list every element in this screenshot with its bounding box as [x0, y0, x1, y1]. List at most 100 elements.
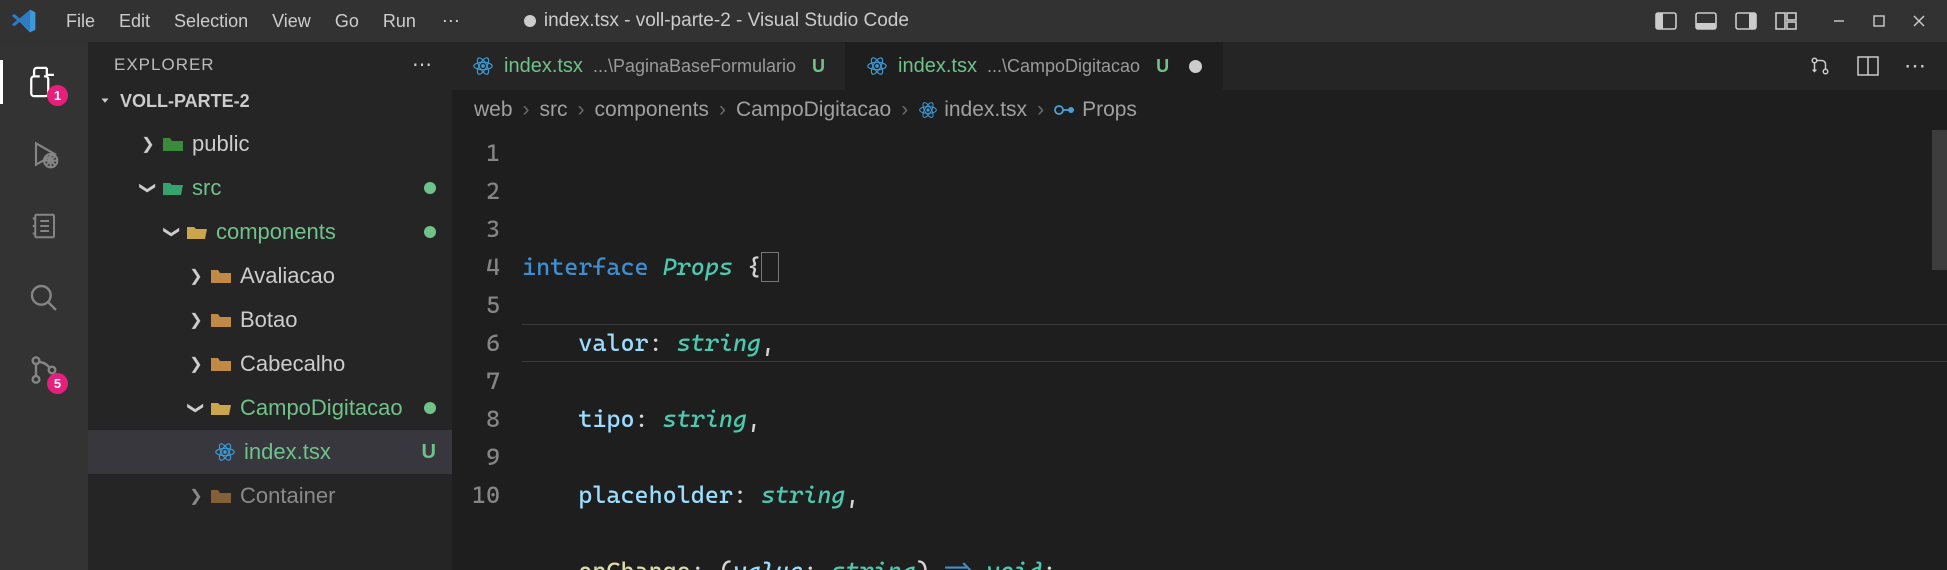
tree-label: Cabecalho	[240, 351, 436, 377]
editor-tab-paginabaseformulario[interactable]: index.tsx ...\PaginaBaseFormulario U	[452, 42, 846, 90]
explorer-more-icon[interactable]: ⋯	[412, 52, 434, 77]
tab-filename: index.tsx	[898, 55, 977, 78]
menu-edit[interactable]: Edit	[107, 5, 162, 38]
tree-folder-botao[interactable]: ❯ Botao	[88, 298, 452, 342]
folder-icon	[208, 487, 234, 505]
chevron-down-icon: ❯	[186, 396, 206, 420]
window-title: index.tsx - voll-parte-2 - Visual Studio…	[476, 10, 1655, 32]
tree-label: components	[216, 219, 418, 245]
layout-controls	[1655, 10, 1797, 32]
notebook-activity-icon[interactable]	[22, 204, 66, 248]
folder-icon	[208, 311, 234, 329]
editor-scrollbar[interactable]	[1932, 130, 1947, 270]
dirty-dot-icon	[524, 15, 536, 27]
menu-overflow-icon[interactable]: ⋯	[428, 5, 476, 38]
menu-run[interactable]: Run	[371, 5, 428, 38]
tree-label: CampoDigitacao	[240, 395, 418, 421]
git-modified-dot-icon	[424, 226, 436, 238]
react-file-icon	[212, 441, 238, 463]
menu-selection[interactable]: Selection	[162, 5, 260, 38]
tree-label: Botao	[240, 307, 436, 333]
compare-changes-icon[interactable]	[1807, 55, 1833, 77]
run-debug-activity-icon[interactable]	[22, 132, 66, 176]
toggle-panel-right-icon[interactable]	[1735, 10, 1757, 32]
tree-label: index.tsx	[244, 439, 422, 465]
breadcrumb-item[interactable]: web	[474, 98, 513, 122]
breadcrumb-item[interactable]: src	[540, 98, 568, 122]
folder-open-icon	[160, 179, 186, 197]
tree-folder-container[interactable]: ❯ Container	[88, 474, 452, 518]
breadcrumb-item[interactable]: components	[595, 98, 709, 122]
menu-bar: File Edit Selection View Go Run ⋯	[54, 5, 476, 38]
toggle-panel-left-icon[interactable]	[1655, 10, 1677, 32]
explorer-activity-icon[interactable]: 1	[22, 60, 66, 104]
chevron-right-icon: ❯	[184, 486, 208, 506]
tab-filepath: ...\CampoDigitacao	[987, 56, 1140, 77]
line-number: 1	[452, 134, 500, 172]
customize-layout-icon[interactable]	[1775, 10, 1797, 32]
git-modified-dot-icon	[424, 402, 436, 414]
code-editor[interactable]: 1 2 3 4 5 6 7 8 9 10 interface Props { v…	[452, 130, 1947, 570]
window-controls	[1819, 6, 1939, 36]
code-content[interactable]: interface Props { valor: string, tipo: s…	[522, 130, 1947, 570]
line-number: 3	[452, 210, 500, 248]
tab-git-badge: U	[1156, 56, 1169, 77]
tab-git-badge: U	[812, 56, 825, 77]
dirty-dot-icon	[1189, 60, 1202, 73]
chevron-right-icon: ❯	[184, 354, 208, 374]
editor-tab-campodigitacao[interactable]: index.tsx ...\CampoDigitacao U	[846, 42, 1223, 90]
tree-folder-public[interactable]: ❯ public	[88, 122, 452, 166]
line-number: 9	[452, 438, 500, 476]
source-control-activity-icon[interactable]: 5	[22, 348, 66, 392]
tree-folder-src[interactable]: ❯ src	[88, 166, 452, 210]
tree-file-index[interactable]: index.tsx U	[88, 430, 452, 474]
tree-folder-avaliacao[interactable]: ❯ Avaliacao	[88, 254, 452, 298]
tab-filepath: ...\PaginaBaseFormulario	[593, 56, 796, 77]
minimize-button[interactable]	[1819, 6, 1859, 36]
explorer-sidebar: EXPLORER ⋯ VOLL-PARTE-2 ❯ public ❯ src ❯…	[88, 42, 452, 570]
tab-filename: index.tsx	[504, 55, 583, 78]
editor-tabs: index.tsx ...\PaginaBaseFormulario U ind…	[452, 42, 1947, 90]
breadcrumb-symbol[interactable]: Props	[1082, 98, 1137, 122]
react-file-icon	[472, 55, 494, 77]
menu-go[interactable]: Go	[323, 5, 371, 38]
git-modified-dot-icon	[424, 182, 436, 194]
line-number-gutter: 1 2 3 4 5 6 7 8 9 10	[452, 130, 522, 570]
project-section-header[interactable]: VOLL-PARTE-2	[88, 83, 452, 122]
toggle-panel-bottom-icon[interactable]	[1695, 10, 1717, 32]
chevron-down-icon: ❯	[138, 176, 158, 200]
folder-icon	[208, 267, 234, 285]
more-actions-icon[interactable]: ⋯	[1903, 53, 1929, 79]
line-number: 7	[452, 362, 500, 400]
breadcrumb[interactable]: web› src› components› CampoDigitacao› in…	[452, 90, 1947, 130]
maximize-button[interactable]	[1859, 6, 1899, 36]
explorer-title: EXPLORER	[114, 55, 215, 75]
split-editor-icon[interactable]	[1855, 56, 1881, 76]
menu-file[interactable]: File	[54, 5, 107, 38]
react-file-icon	[918, 100, 938, 120]
activity-bar: 1 5	[0, 42, 88, 570]
tree-folder-cabecalho[interactable]: ❯ Cabecalho	[88, 342, 452, 386]
line-number: 2	[452, 172, 500, 210]
line-number: 5	[452, 286, 500, 324]
editor-tab-actions: ⋯	[1789, 42, 1947, 90]
breadcrumb-item[interactable]: CampoDigitacao	[736, 98, 891, 122]
tree-label: Avaliacao	[240, 263, 436, 289]
chevron-right-icon: ❯	[136, 134, 160, 154]
tree-label: src	[192, 175, 418, 201]
breadcrumb-item[interactable]: index.tsx	[944, 98, 1027, 122]
explorer-badge: 1	[47, 85, 68, 106]
tree-folder-campodigitacao[interactable]: ❯ CampoDigitacao	[88, 386, 452, 430]
search-activity-icon[interactable]	[22, 276, 66, 320]
folder-icon	[208, 355, 234, 373]
title-bar: File Edit Selection View Go Run ⋯ index.…	[0, 0, 1947, 42]
folder-open-icon	[184, 223, 210, 241]
project-name: VOLL-PARTE-2	[120, 91, 250, 112]
chevron-right-icon: ❯	[184, 266, 208, 286]
file-tree: ❯ public ❯ src ❯ components ❯ Avaliacao	[88, 122, 452, 570]
window-title-text: index.tsx - voll-parte-2 - Visual Studio…	[544, 10, 909, 32]
menu-view[interactable]: View	[260, 5, 323, 38]
tree-folder-components[interactable]: ❯ components	[88, 210, 452, 254]
chevron-right-icon: ❯	[184, 310, 208, 330]
close-button[interactable]	[1899, 6, 1939, 36]
